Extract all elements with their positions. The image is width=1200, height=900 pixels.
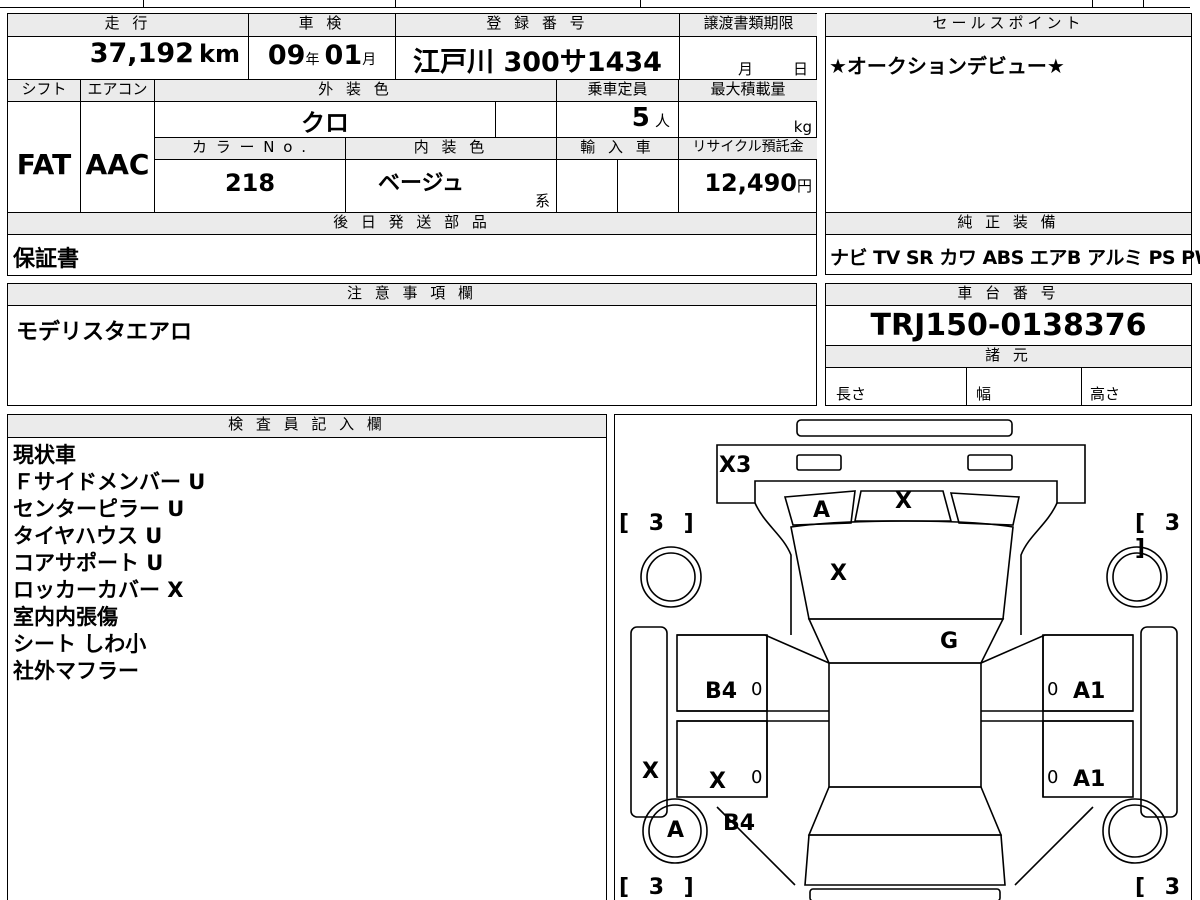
inspector-header: 検 査 員 記 入 欄 bbox=[8, 415, 606, 437]
color-no-value: 218 bbox=[224, 169, 276, 197]
damage-mark-left-rear-door: X bbox=[709, 769, 726, 794]
chassis-panel: 車 台 番 号 TRJ150-0138376 諸 元 長さ 幅 高さ bbox=[825, 283, 1192, 406]
imported-header: 輸 入 車 bbox=[557, 138, 678, 159]
car-diagram-panel: X3 A X X G B4 0 0 A1 X X 0 0 A1 A B4 [ 3… bbox=[614, 414, 1192, 900]
damage-mark-front-bumper: X3 bbox=[719, 453, 752, 478]
top-edge-tick bbox=[1092, 0, 1093, 7]
damage-mark-right-rear-door: A1 bbox=[1073, 767, 1106, 792]
inspector-note: タイヤハウス U bbox=[13, 524, 163, 548]
vehicle-info-table: 走 行 車 検 登 録 番 号 譲渡書類期限 37,192 km 09年 01月… bbox=[7, 13, 817, 276]
spec-height: 高さ bbox=[1090, 385, 1121, 403]
inspector-note: Ｆサイドメンバー U bbox=[13, 470, 206, 494]
exterior-color-value: クロ bbox=[301, 109, 349, 137]
top-edge-line bbox=[0, 7, 1190, 8]
inspector-note: 室内内張傷 bbox=[13, 605, 118, 629]
mark-left-front-zero: 0 bbox=[751, 679, 763, 700]
tire-rating-rear-right: [ 3 ] bbox=[1135, 875, 1187, 900]
shift-value: FAT bbox=[16, 148, 72, 181]
sales-point-text: ★オークションデビュー★ bbox=[829, 54, 1065, 78]
transfer-day: 日 bbox=[793, 60, 809, 78]
damage-mark-windshield: G bbox=[940, 629, 959, 654]
damage-mark-hood: X bbox=[830, 561, 847, 586]
max-load-unit: kg bbox=[793, 118, 812, 136]
inspector-note: センターピラー U bbox=[13, 497, 185, 521]
mileage-value: 37,192 km bbox=[89, 38, 240, 69]
transfer-month: 月 bbox=[738, 60, 754, 78]
recycle-header: リサイクル預託金 bbox=[679, 138, 817, 159]
tire-rating-front-right: [ 3 ] bbox=[1135, 511, 1187, 561]
inspector-panel: 検 査 員 記 入 欄 現状車 Ｆサイドメンバー U センターピラー U タイヤ… bbox=[7, 414, 607, 900]
caution-panel: 注 意 事 項 欄 モデリスタエアロ bbox=[7, 283, 817, 406]
top-edge-tick bbox=[640, 0, 641, 7]
inspector-note: コアサポート U bbox=[13, 551, 164, 575]
caution-text: モデリスタエアロ bbox=[16, 320, 193, 345]
exterior-color-header: 外 装 色 bbox=[155, 80, 556, 101]
later-parts-value: 保証書 bbox=[13, 247, 80, 272]
mark-right-front-zero: 0 bbox=[1047, 679, 1059, 700]
damage-mark-left-rear-wheel: A bbox=[667, 818, 685, 843]
damage-mark-grille-left: A bbox=[813, 498, 831, 523]
car-outline bbox=[630, 419, 1178, 900]
inspection-value: 09年 01月 bbox=[267, 40, 377, 71]
capacity-header: 乗車定員 bbox=[557, 80, 678, 101]
inspection-header: 車 検 bbox=[249, 14, 395, 36]
interior-color-suffix: 系 bbox=[535, 192, 551, 210]
registration-value: 江戸川 300サ1434 bbox=[413, 47, 662, 78]
recycle-value: 12,490円 bbox=[704, 169, 812, 197]
inspector-note: 社外マフラー bbox=[13, 659, 139, 683]
top-edge-tick bbox=[143, 0, 144, 7]
capacity-value: 5 人 bbox=[631, 103, 670, 133]
mark-left-rear-zero: 0 bbox=[751, 767, 763, 788]
tire-rating-rear-left: [ 3 ] bbox=[619, 875, 700, 900]
color-no-header: カ ラ ー N o . bbox=[155, 138, 345, 159]
inspector-note: ロッカーカバー X bbox=[13, 578, 184, 602]
tire-rating-front-left: [ 3 ] bbox=[619, 511, 700, 536]
mileage-header: 走 行 bbox=[8, 14, 248, 36]
sales-point-panel: セールスポイント ★オークションデビュー★ 純 正 装 備 ナビ TV SR カ… bbox=[825, 13, 1200, 275]
shift-header: シフト bbox=[8, 80, 80, 101]
sales-point-header: セールスポイント bbox=[826, 14, 1191, 36]
top-edge-tick bbox=[1143, 0, 1144, 7]
damage-mark-grille-center: X bbox=[895, 489, 912, 514]
chassis-header: 車 台 番 号 bbox=[826, 284, 1191, 305]
inspector-note: 現状車 bbox=[13, 443, 76, 467]
damage-mark-left-front-door: B4 bbox=[705, 679, 738, 704]
interior-color-value: ベージュ bbox=[377, 171, 465, 196]
specs-header: 諸 元 bbox=[826, 346, 1191, 367]
damage-mark-right-front-door: A1 bbox=[1073, 679, 1106, 704]
spec-width: 幅 bbox=[976, 385, 992, 403]
transfer-deadline-header: 譲渡書類期限 bbox=[680, 14, 817, 36]
caution-header: 注 意 事 項 欄 bbox=[8, 284, 816, 305]
aircon-value: AAC bbox=[85, 148, 150, 181]
chassis-number: TRJ150-0138376 bbox=[870, 308, 1147, 343]
inspector-note: シート しわ小 bbox=[13, 632, 147, 656]
max-load-header: 最大積載量 bbox=[679, 80, 817, 101]
top-edge-tick bbox=[395, 0, 396, 7]
spec-length: 長さ bbox=[836, 385, 867, 403]
interior-color-header: 内 装 色 bbox=[346, 138, 556, 159]
registration-header: 登 録 番 号 bbox=[396, 14, 679, 36]
later-parts-header: 後 日 発 送 部 品 bbox=[8, 213, 816, 234]
genuine-equipment-header: 純 正 装 備 bbox=[826, 213, 1191, 234]
mark-right-rear-zero: 0 bbox=[1047, 767, 1059, 788]
damage-mark-left-rear-fender: B4 bbox=[723, 811, 756, 836]
damage-mark-left-rocker: X bbox=[642, 759, 659, 784]
genuine-equipment-value: ナビ TV SR カワ ABS エアB アルミ PS PW bbox=[830, 247, 1200, 269]
aircon-header: エアコン bbox=[81, 80, 154, 101]
inspector-notes-list: 現状車 Ｆサイドメンバー U センターピラー U タイヤハウス U コアサポート… bbox=[13, 442, 205, 685]
